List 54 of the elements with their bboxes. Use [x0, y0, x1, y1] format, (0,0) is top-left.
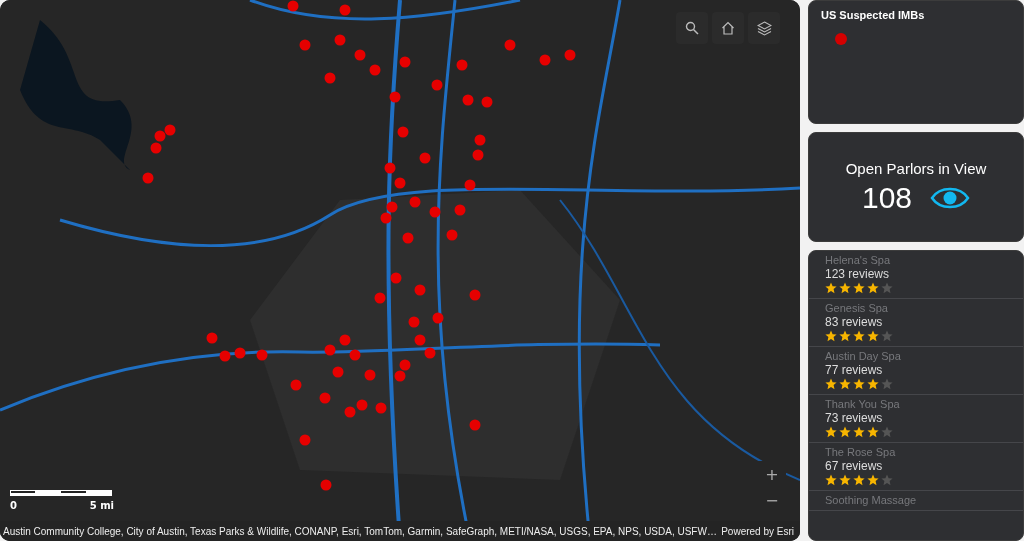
search-button[interactable] — [676, 12, 708, 44]
item-name: Austin Day Spa — [825, 350, 902, 362]
review-count: 83 reviews — [825, 315, 884, 329]
item-name: Helena's Spa — [825, 254, 892, 266]
star-icon — [867, 282, 879, 294]
star-icon — [853, 474, 865, 486]
item-name: Soothing Massage — [825, 494, 918, 506]
review-count: 123 reviews — [825, 267, 891, 281]
star-icon — [867, 426, 879, 438]
powered-by-text: Powered by Esri — [721, 525, 794, 537]
indicator-title: Open Parlors in View — [845, 159, 987, 177]
star-icon — [881, 282, 893, 294]
indicator-value: 108 — [861, 180, 913, 215]
star-icon — [839, 330, 851, 342]
star-icon — [839, 474, 851, 486]
star-icon — [867, 330, 879, 342]
star-icon — [825, 330, 837, 342]
star-icon — [839, 378, 851, 390]
list-item[interactable]: Thank You Spa 73 reviews — [809, 395, 1023, 443]
star-icon — [839, 282, 851, 294]
star-icon — [825, 426, 837, 438]
star-icon — [825, 474, 837, 486]
layers-icon — [756, 20, 772, 36]
star-icon — [867, 474, 879, 486]
star-icon — [853, 426, 865, 438]
review-count: 67 reviews — [825, 459, 884, 473]
list-item[interactable]: Austin Day Spa 77 reviews — [809, 347, 1023, 395]
star-icon — [853, 330, 865, 342]
list-item[interactable]: Genesis Spa 83 reviews — [809, 299, 1023, 347]
star-icon — [881, 474, 893, 486]
home-icon — [721, 21, 735, 35]
star-icon — [839, 426, 851, 438]
star-icon — [853, 282, 865, 294]
star-icon — [853, 378, 865, 390]
item-name: Genesis Spa — [825, 302, 889, 314]
item-name: Thank You Spa — [825, 398, 901, 410]
review-count: 73 reviews — [825, 411, 884, 425]
review-count: 77 reviews — [825, 363, 884, 377]
legend-title: US Suspected IMBs — [821, 9, 926, 21]
layers-button[interactable] — [748, 12, 780, 44]
star-icon — [881, 330, 893, 342]
scale-label: 0 — [10, 500, 17, 511]
home-button[interactable] — [712, 12, 744, 44]
star-icon — [825, 378, 837, 390]
item-name: The Rose Spa — [825, 446, 897, 458]
list-item[interactable]: The Rose Spa 67 reviews — [809, 443, 1023, 491]
star-icon — [825, 282, 837, 294]
attribution-text: Austin Community College, City of Austin, Texas Parks & Wildlife, CONANP, Esri, TomTom, Garmin, SafeGraph, METI/NASA, USGS, EPA, NPS, USDA, USFW… — [3, 525, 717, 537]
star-icon — [867, 378, 879, 390]
list-item[interactable]: Helena's Spa 123 reviews — [809, 251, 1023, 299]
search-icon — [685, 21, 699, 35]
star-icon — [881, 426, 893, 438]
star-icon — [881, 378, 893, 390]
scale-label: 5 mi — [89, 500, 114, 511]
